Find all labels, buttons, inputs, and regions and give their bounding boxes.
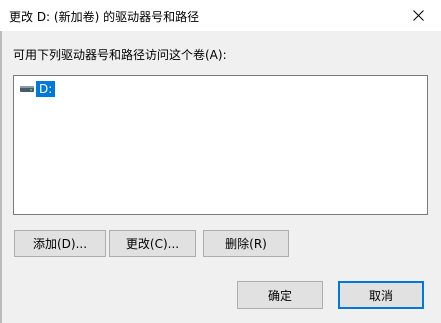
cancel-button[interactable]: 取消 xyxy=(338,281,424,309)
title-bar: 更改 D: (新加卷) 的驱动器号和路径 xyxy=(0,0,441,31)
close-button[interactable] xyxy=(395,0,441,31)
change-button[interactable]: 更改(C)... xyxy=(109,230,196,257)
window-title: 更改 D: (新加卷) 的驱动器号和路径 xyxy=(9,10,200,24)
close-icon xyxy=(413,10,424,21)
drive-icon xyxy=(20,86,34,92)
paths-listbox[interactable]: D: xyxy=(13,75,428,215)
window-edge xyxy=(0,31,2,323)
delete-button[interactable]: 删除(R) xyxy=(203,230,289,257)
add-button[interactable]: 添加(D)... xyxy=(14,230,106,257)
list-item[interactable]: D: xyxy=(19,80,56,98)
paths-list-label: 可用下列驱动器号和路径访问这个卷(A): xyxy=(13,48,227,62)
change-drive-letter-dialog: 更改 D: (新加卷) 的驱动器号和路径 可用下列驱动器号和路径访问这个卷(A)… xyxy=(0,0,441,323)
ok-button[interactable]: 确定 xyxy=(237,281,323,309)
list-item-label: D: xyxy=(36,81,56,97)
